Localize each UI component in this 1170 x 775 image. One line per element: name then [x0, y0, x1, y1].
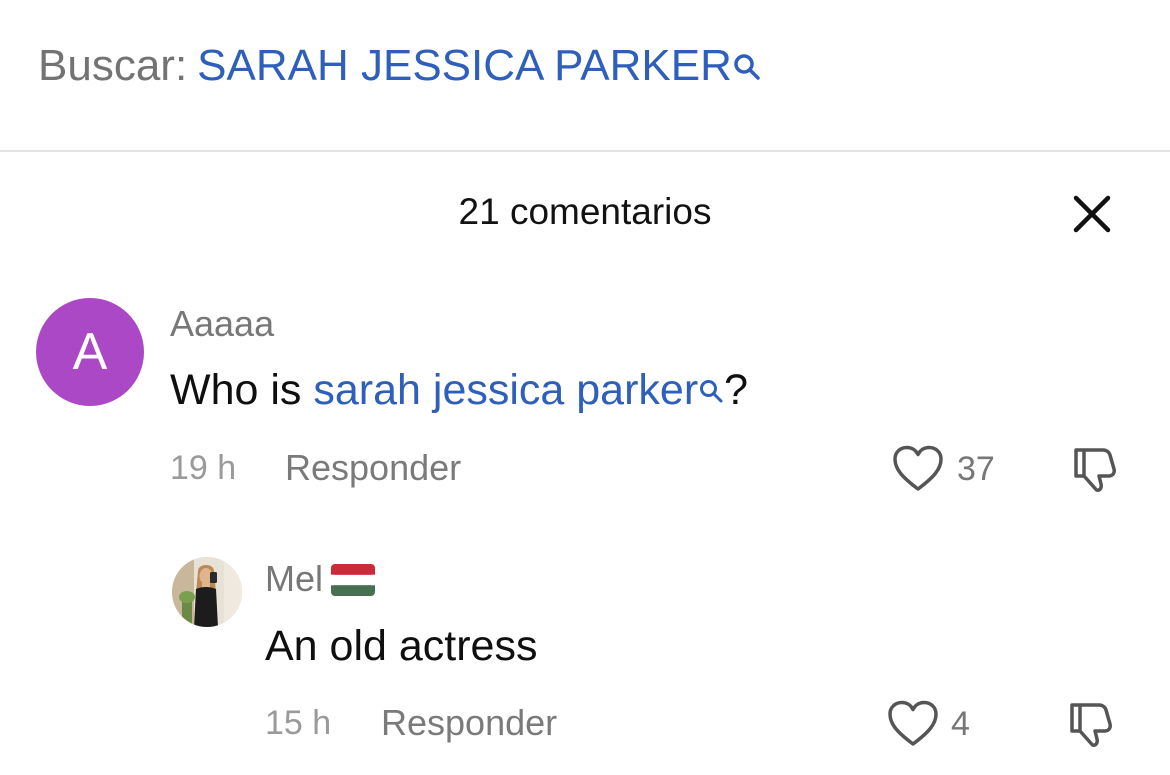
- comment-time: 15 h: [265, 704, 332, 742]
- comment-search-link[interactable]: sarah jessica parker: [313, 366, 698, 414]
- thumbs-down-icon[interactable]: [1066, 699, 1116, 749]
- avatar[interactable]: [172, 557, 242, 627]
- avatar[interactable]: A: [36, 298, 144, 406]
- comments-count-title: 21 comentarios: [458, 191, 712, 232]
- search-bar: Buscar: SARAH JESSICA PARKER: [0, 0, 1170, 152]
- comment-time: 19 h: [170, 449, 237, 487]
- like-count: 37: [957, 450, 995, 488]
- comment-text: Who is sarah jessica parker ?: [170, 364, 748, 416]
- search-icon[interactable]: [732, 42, 762, 80]
- search-label: Buscar:: [38, 41, 188, 90]
- comment-username-text: Mel: [265, 558, 324, 599]
- hungary-flag-icon: [331, 562, 376, 597]
- heart-icon[interactable]: [886, 699, 940, 749]
- close-icon[interactable]: [1068, 190, 1116, 238]
- search-query-link[interactable]: SARAH JESSICA PARKER: [197, 41, 732, 90]
- thumbs-down-icon[interactable]: [1070, 444, 1120, 494]
- like-count: 4: [951, 705, 970, 743]
- comment-text: An old actress: [265, 622, 538, 670]
- comment-username[interactable]: Mel: [265, 557, 376, 601]
- comment-text-suffix: ?: [724, 366, 749, 414]
- heart-icon[interactable]: [891, 444, 945, 494]
- search-line[interactable]: Buscar: SARAH JESSICA PARKER: [38, 40, 762, 92]
- comment-text-prefix: Who is: [170, 366, 314, 414]
- reply-button[interactable]: Responder: [381, 703, 557, 743]
- search-icon[interactable]: [698, 364, 724, 403]
- reply-button[interactable]: Responder: [285, 448, 461, 488]
- comment-username[interactable]: Aaaaa: [170, 302, 274, 346]
